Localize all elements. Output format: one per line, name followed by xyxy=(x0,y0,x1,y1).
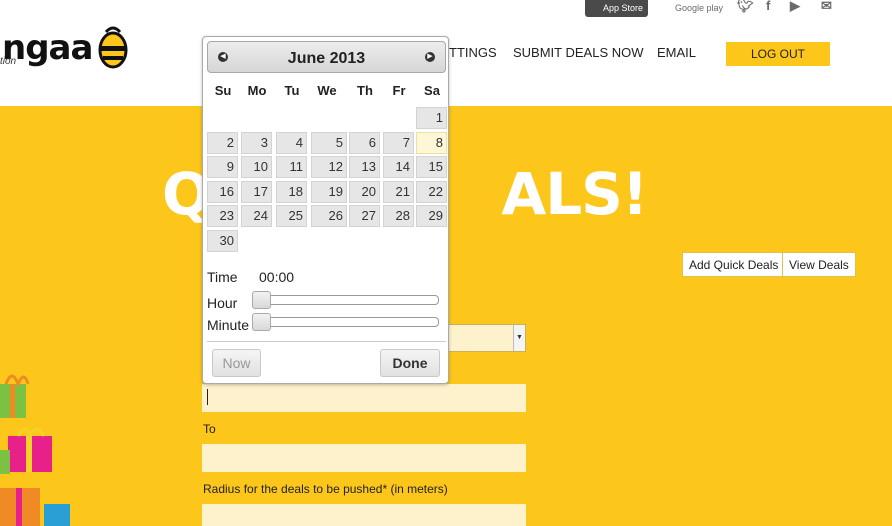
weekday-label: Tu xyxy=(284,83,300,98)
calendar-day[interactable]: 14 xyxy=(383,156,414,178)
calendar-day[interactable]: 10 xyxy=(241,156,272,178)
add-quick-deals-button[interactable]: Add Quick Deals xyxy=(682,252,786,277)
calendar-day[interactable]: 23 xyxy=(207,205,238,227)
deal-type-select[interactable]: ▼ xyxy=(446,324,526,352)
calendar-day[interactable]: 17 xyxy=(241,180,272,203)
calendar-day[interactable]: 9 xyxy=(207,156,238,178)
calendar-day[interactable]: 12 xyxy=(311,156,347,178)
hour-slider[interactable] xyxy=(252,291,439,309)
view-deals-button[interactable]: View Deals xyxy=(782,252,856,277)
weekday-label: Mo xyxy=(247,83,267,98)
logout-button[interactable]: LOG OUT xyxy=(726,42,830,66)
minute-label: Minute xyxy=(207,317,250,333)
radius-label: Radius for the deals to be pushed* (in m… xyxy=(203,482,448,496)
top-links: App Store Google play 🐦︎ f ▶︎ ✉︎ xyxy=(585,0,885,18)
calendar-day[interactable]: 25 xyxy=(276,205,307,227)
calendar-day[interactable]: 28 xyxy=(383,205,414,227)
minute-slider[interactable] xyxy=(252,313,439,331)
app-store-badge[interactable]: App Store xyxy=(585,0,649,17)
picker-divider xyxy=(207,341,446,342)
gift-boxes-illustration xyxy=(0,374,70,526)
radius-field[interactable] xyxy=(202,504,526,526)
calendar-day[interactable]: 29 xyxy=(416,205,447,227)
weekday-label: We xyxy=(317,83,337,98)
from-date-field[interactable] xyxy=(202,384,526,412)
text-cursor xyxy=(207,389,208,405)
next-month-icon[interactable]: ▶ xyxy=(425,52,435,62)
to-date-field[interactable] xyxy=(202,444,526,472)
to-label: To xyxy=(203,422,216,436)
calendar-day[interactable]: 21 xyxy=(383,180,414,203)
youtube-icon[interactable]: ▶︎ xyxy=(790,0,800,14)
brand-logo[interactable]: ngaa tion xyxy=(0,26,140,76)
calendar-day[interactable]: 6 xyxy=(349,131,380,154)
calendar-day[interactable]: 11 xyxy=(276,156,307,178)
calendar-day[interactable]: 27 xyxy=(349,205,380,227)
datepicker-header: ◀ June 2013 ▶ xyxy=(207,41,446,73)
calendar-day[interactable]: 20 xyxy=(349,180,380,203)
time-label: Time xyxy=(207,269,238,285)
bee-icon xyxy=(98,26,128,69)
chevron-down-icon: ▼ xyxy=(513,325,525,351)
calendar-day[interactable]: 8 xyxy=(416,131,447,154)
month-title: June 2013 xyxy=(287,50,366,67)
facebook-icon[interactable]: f xyxy=(766,0,770,13)
nav-submit-deals[interactable]: SUBMIT DEALS NOW xyxy=(513,45,644,60)
calendar-day[interactable]: 18 xyxy=(276,180,307,203)
hour-slider-handle[interactable] xyxy=(252,291,271,309)
done-button[interactable]: Done xyxy=(380,349,440,377)
now-button[interactable]: Now xyxy=(212,349,261,377)
google-play-badge[interactable]: Google play xyxy=(661,0,728,17)
calendar-day[interactable]: 15 xyxy=(416,156,447,178)
mail-icon[interactable]: ✉︎ xyxy=(821,0,832,14)
calendar-day[interactable]: 19 xyxy=(311,180,347,203)
calendar-day[interactable]: 3 xyxy=(241,131,272,154)
calendar-day[interactable]: 2 xyxy=(207,131,238,154)
weekday-label: Fr xyxy=(392,83,406,98)
calendar-day[interactable]: 4 xyxy=(276,131,307,154)
twitter-icon[interactable]: 🐦︎ xyxy=(737,0,754,14)
logo-tagline: tion xyxy=(0,56,17,67)
time-value: 00:00 xyxy=(259,269,295,285)
nav-settings[interactable]: TTINGS xyxy=(449,45,497,60)
calendar-day[interactable]: 16 xyxy=(207,180,238,203)
weekday-label: Su xyxy=(214,83,232,98)
minute-slider-handle[interactable] xyxy=(252,313,271,331)
weekday-label: Th xyxy=(357,83,373,98)
calendar-day[interactable]: 1 xyxy=(416,107,447,129)
calendar-day[interactable]: 5 xyxy=(311,131,347,154)
nav-email[interactable]: EMAIL xyxy=(657,45,696,60)
calendar-day[interactable]: 7 xyxy=(383,131,414,154)
datepicker-popup: ◀ June 2013 ▶ Su Mo Tu We Th Fr Sa 1 2 3 4 5 6 7 8 9 10… xyxy=(202,36,449,384)
calendar-day[interactable]: 24 xyxy=(241,205,272,227)
calendar-day[interactable]: 30 xyxy=(207,229,238,252)
weekday-label: Sa xyxy=(424,83,440,98)
hour-label: Hour xyxy=(207,295,238,311)
calendar-day[interactable]: 26 xyxy=(311,205,347,227)
calendar-day[interactable]: 22 xyxy=(416,180,447,203)
page-title-right: ALS! xyxy=(501,160,648,228)
calendar-day[interactable]: 13 xyxy=(349,156,380,178)
